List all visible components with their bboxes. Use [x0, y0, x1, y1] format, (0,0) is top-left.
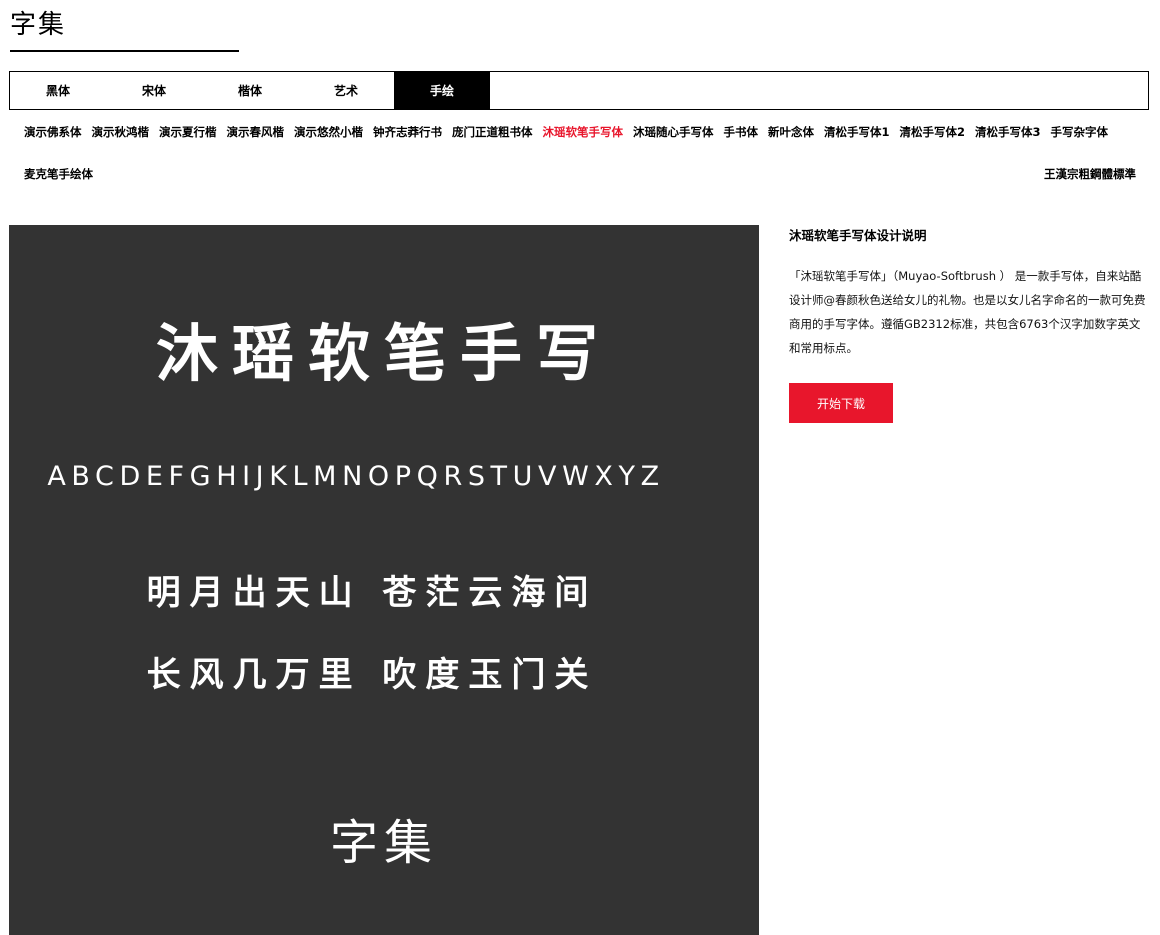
tab-songti[interactable]: 宋体: [106, 72, 202, 109]
font-link[interactable]: 演示秋鸿楷: [92, 124, 150, 140]
font-link[interactable]: 清松手写体2: [900, 124, 966, 140]
font-link[interactable]: 演示夏行楷: [159, 124, 217, 140]
font-link[interactable]: 手书体: [724, 124, 759, 140]
font-link[interactable]: 麦克笔手绘体: [24, 166, 93, 182]
font-info-panel: 沐瑶软笔手写体设计说明 「沐瑶软笔手写体」（Muyao-Softbrush ） …: [789, 226, 1151, 423]
font-link[interactable]: 钟齐志莽行书: [373, 124, 442, 140]
font-info-description: 「沐瑶软笔手写体」（Muyao-Softbrush ） 是一款手写体，自来站酷设…: [789, 269, 1146, 355]
font-link[interactable]: 清松手写体1: [824, 124, 890, 140]
tab-art[interactable]: 艺术: [298, 72, 394, 109]
tab-handwritten[interactable]: 手绘: [394, 72, 490, 109]
font-link[interactable]: 演示佛系体: [24, 124, 82, 140]
font-preview-image: 沐瑶软笔手写 ABCDEFGHIJKLMNOPQRSTUVWXYZ 明月出天山 …: [9, 225, 759, 935]
tab-heiti[interactable]: 黑体: [10, 72, 106, 109]
tab-kaiti[interactable]: 楷体: [202, 72, 298, 109]
category-tabs: 黑体 宋体 楷体 艺术 手绘: [9, 71, 1149, 110]
preview-alphabet: ABCDEFGHIJKLMNOPQRSTUVWXYZ: [47, 461, 665, 492]
preview-poem-line-2: 长风几万里 吹度玉门关: [146, 655, 598, 695]
preview-font-name: 沐瑶软笔手写: [155, 317, 612, 390]
font-link[interactable]: 新叶念体: [768, 124, 814, 140]
download-button[interactable]: 开始下载: [789, 383, 893, 423]
font-link[interactable]: 沐瑶随心手写体: [633, 124, 714, 140]
font-link[interactable]: 手写杂字体: [1051, 124, 1109, 140]
font-link[interactable]: 王漢宗粗鋼體標準: [1044, 166, 1136, 182]
font-list-row-2: 麦克笔手绘体 王漢宗粗鋼體標準: [24, 166, 1136, 182]
font-link[interactable]: 庞门正道粗书体: [452, 124, 533, 140]
font-link[interactable]: 演示悠然小楷: [294, 124, 363, 140]
font-info-title: 沐瑶软笔手写体设计说明: [789, 228, 927, 243]
font-link-selected[interactable]: 沐瑶软笔手写体: [543, 124, 624, 140]
font-link[interactable]: 清松手写体3: [975, 124, 1041, 140]
title-underline: [10, 50, 239, 52]
preview-poem-line-1: 明月出天山 苍茫云海间: [146, 573, 598, 613]
preview-brand-watermark: 字集: [329, 815, 438, 871]
font-link[interactable]: 演示春风楷: [227, 124, 285, 140]
site-title[interactable]: 字集: [10, 4, 66, 41]
font-list-row-1: 演示佛系体 演示秋鸿楷 演示夏行楷 演示春风楷 演示悠然小楷 钟齐志莽行书 庞门…: [24, 124, 1118, 140]
